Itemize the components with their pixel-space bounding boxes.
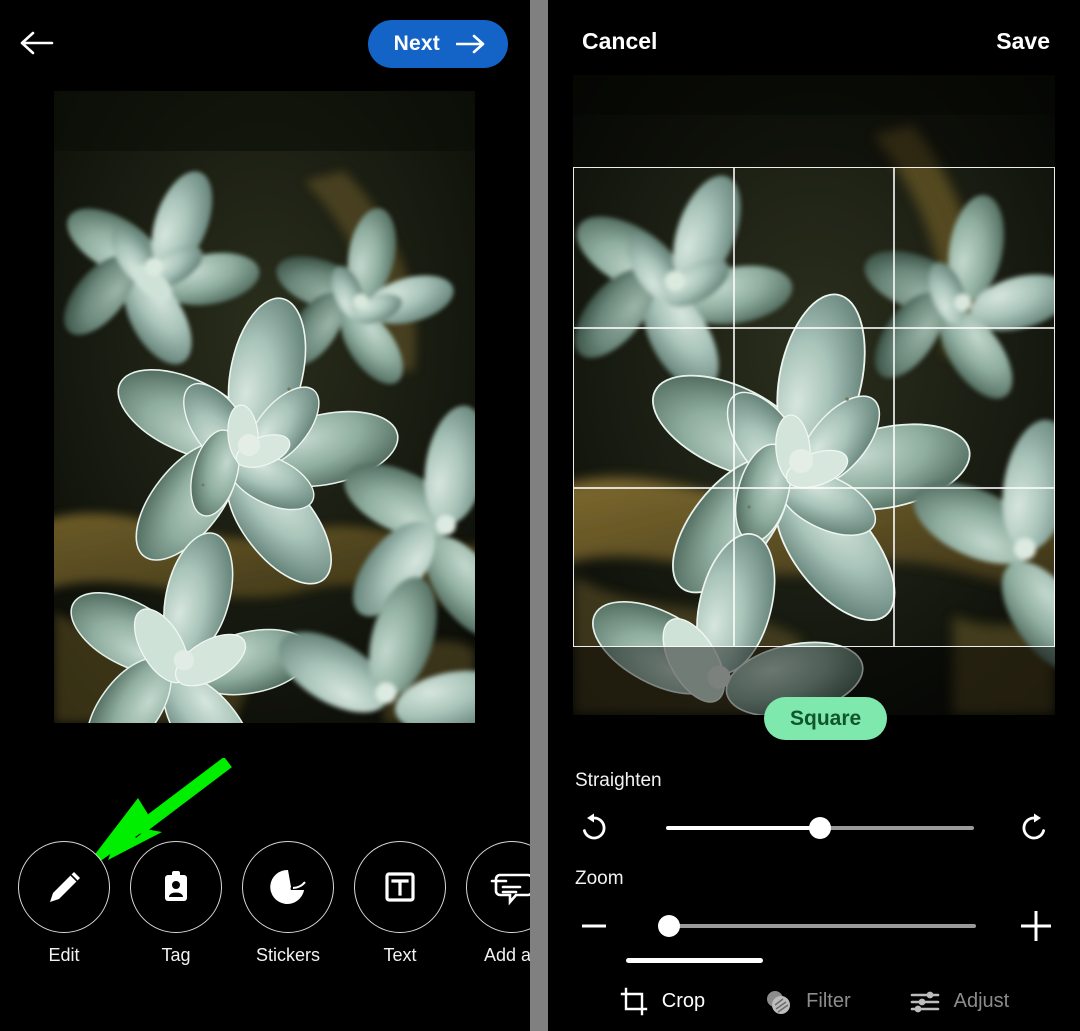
aspect-ratio-label: Square bbox=[790, 706, 862, 730]
toolbar-item-add-alt[interactable]: Add alt bbox=[456, 841, 530, 966]
screenshot-root: Next Edit Tag Stickers Text Add a Cancel… bbox=[0, 0, 1080, 1031]
straighten-slider[interactable] bbox=[666, 805, 974, 851]
next-button-label: Next bbox=[393, 32, 440, 55]
straighten-track-filled bbox=[666, 826, 820, 830]
straighten-label: Straighten bbox=[575, 770, 662, 791]
toolbar-item-text[interactable]: Text bbox=[344, 841, 456, 966]
next-button[interactable]: Next bbox=[367, 20, 508, 68]
plus-icon bbox=[1021, 911, 1051, 941]
tab-adjust-label: Adjust bbox=[953, 990, 1010, 1012]
edit-button-circle[interactable] bbox=[18, 841, 110, 933]
text-button-circle[interactable] bbox=[354, 841, 446, 933]
add-alt-button-circle[interactable] bbox=[466, 841, 530, 933]
sticker-peel-icon bbox=[270, 869, 306, 904]
toolbar-item-tag[interactable]: Tag bbox=[120, 841, 232, 966]
editor-tab-bar: Crop Filter Adjust bbox=[548, 972, 1080, 1031]
right-panel-crop-editor: Cancel Save Square Straighten Zoom Crop … bbox=[548, 0, 1080, 1031]
crop-photo-canvas[interactable] bbox=[573, 75, 1055, 715]
filmstrip-scrollbar[interactable] bbox=[626, 958, 763, 963]
photo-preview[interactable] bbox=[54, 91, 475, 723]
rotate-right-button[interactable] bbox=[1012, 806, 1056, 850]
zoom-label: Zoom bbox=[575, 868, 624, 889]
crop-dim-overlay-top bbox=[573, 75, 1055, 167]
composer-toolbar: Edit Tag Stickers Text Add a bbox=[0, 841, 530, 966]
straighten-slider-row bbox=[548, 805, 1080, 851]
rotate-right-icon bbox=[1022, 813, 1045, 840]
toolbar-item-tag-label: Tag bbox=[161, 945, 191, 965]
zoom-track-rest bbox=[670, 924, 976, 928]
succulent-photo-crop bbox=[573, 75, 1055, 715]
straighten-slider-thumb[interactable] bbox=[809, 817, 831, 839]
toolbar-item-stickers-label: Stickers bbox=[255, 945, 320, 965]
minus-icon bbox=[582, 924, 606, 928]
stickers-button-circle[interactable] bbox=[242, 841, 334, 933]
alt-text-bubble-icon bbox=[490, 873, 530, 906]
straighten-track-rest bbox=[820, 826, 974, 830]
tab-crop-label: Crop bbox=[661, 990, 706, 1012]
zoom-out-button[interactable] bbox=[572, 904, 616, 948]
pencil-icon bbox=[50, 872, 80, 902]
toolbar-item-stickers[interactable]: Stickers bbox=[232, 841, 344, 966]
save-button[interactable]: Save bbox=[996, 28, 1050, 55]
tab-filter-label: Filter bbox=[806, 990, 851, 1012]
zoom-in-button[interactable] bbox=[1014, 904, 1058, 948]
rotate-left-icon bbox=[583, 813, 606, 840]
rotate-left-button[interactable] bbox=[572, 806, 616, 850]
filter-icon bbox=[767, 990, 791, 1014]
succulent-photo bbox=[54, 91, 475, 723]
cancel-button[interactable]: Cancel bbox=[582, 28, 657, 55]
zoom-slider-thumb[interactable] bbox=[658, 915, 680, 937]
left-panel-composer: Next Edit Tag Stickers Text Add a bbox=[0, 0, 530, 1031]
toolbar-item-add-alt-label: Add alt bbox=[483, 945, 530, 965]
toolbar-item-edit[interactable]: Edit bbox=[8, 841, 120, 966]
aspect-ratio-pill-square[interactable]: Square bbox=[764, 697, 888, 740]
toolbar-item-edit-label: Edit bbox=[48, 945, 80, 965]
back-button[interactable] bbox=[14, 20, 60, 66]
zoom-slider[interactable] bbox=[658, 903, 976, 949]
tab-adjust[interactable]: Adjust bbox=[909, 987, 1010, 1017]
left-header: Next bbox=[0, 0, 530, 88]
sliders-icon bbox=[910, 991, 939, 1012]
arrow-right-icon bbox=[456, 34, 485, 54]
tag-button-circle[interactable] bbox=[130, 841, 222, 933]
tab-crop[interactable]: Crop bbox=[619, 987, 705, 1017]
tab-filter[interactable]: Filter bbox=[763, 987, 851, 1017]
arrow-left-icon bbox=[20, 31, 54, 55]
crop-icon bbox=[620, 987, 647, 1015]
panel-divider bbox=[530, 0, 548, 1031]
text-box-icon bbox=[385, 872, 415, 902]
toolbar-item-text-label: Text bbox=[383, 945, 417, 965]
zoom-slider-row bbox=[548, 903, 1080, 949]
person-badge-icon bbox=[165, 871, 187, 901]
